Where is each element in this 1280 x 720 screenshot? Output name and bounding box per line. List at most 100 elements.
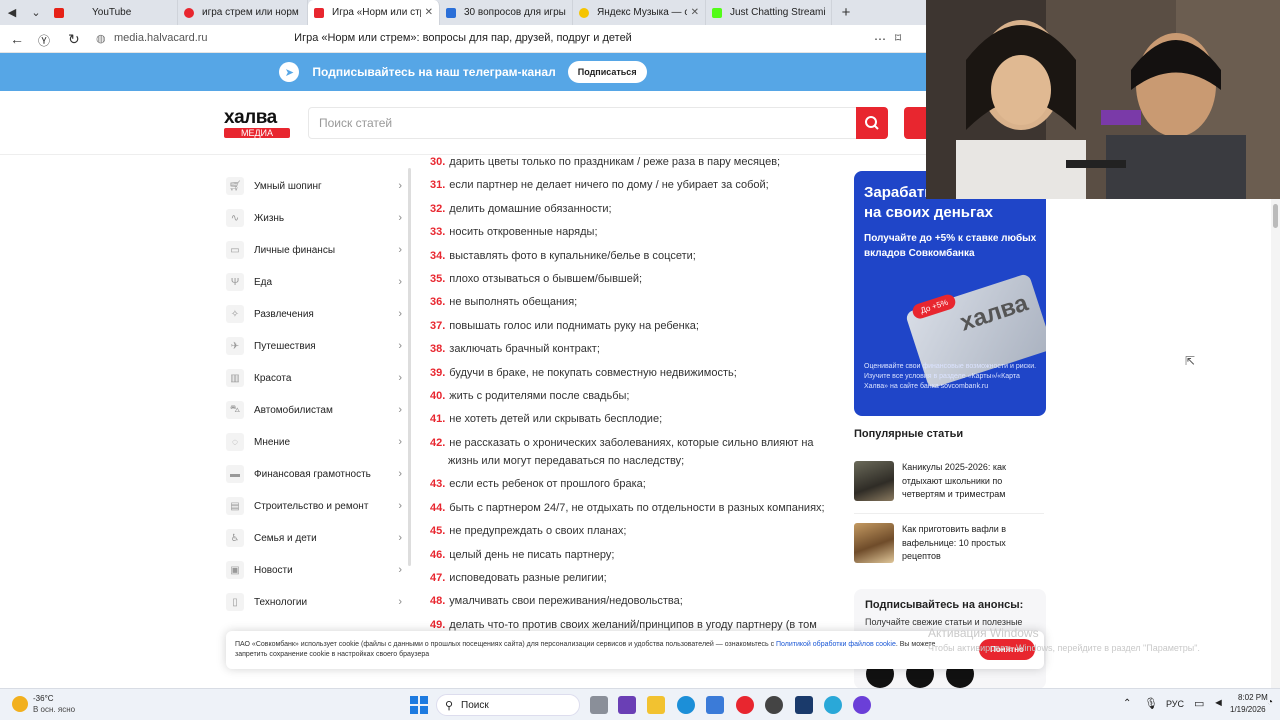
sidebar-item-label: Финансовая грамотность	[254, 468, 371, 480]
chevron-right-icon: ›	[398, 404, 402, 416]
file-explorer-icon[interactable]	[647, 696, 665, 714]
list-item-text: исповедовать разные религии;	[449, 571, 607, 584]
volume-icon[interactable]: ◄	[1213, 697, 1224, 709]
chevron-right-icon: ›	[398, 436, 402, 448]
close-tab-icon[interactable]: ✕	[425, 7, 433, 18]
search-input[interactable]: Поиск статей	[308, 107, 858, 139]
kick-favicon-icon	[712, 7, 722, 18]
weather-temp[interactable]: -36°C	[33, 694, 54, 703]
sidebar-item[interactable]: ▤ Строительство и ремонт ›	[226, 490, 406, 522]
chevron-right-icon: ›	[398, 500, 402, 512]
sidebar-item[interactable]: ▬ Финансовая грамотность ›	[226, 458, 406, 490]
search-button[interactable]	[856, 107, 888, 139]
sidebar-item[interactable]: ▥ Красота ›	[226, 362, 406, 394]
list-item: 46. целый день не писать партнеру;	[430, 546, 830, 564]
clock-date[interactable]: 1/19/2026	[1230, 705, 1266, 714]
clock-time[interactable]: 8:02 PM	[1238, 693, 1268, 702]
sidebar-item[interactable]: ✈︎ Путешествия ›	[226, 330, 406, 362]
list-item-text: дарить цветы только по праздникам / реже…	[449, 156, 781, 168]
yandex-browser-icon[interactable]	[736, 696, 754, 714]
chevron-right-icon: ›	[398, 244, 402, 256]
steam-icon[interactable]	[795, 696, 813, 714]
popular-item[interactable]: Как приготовить вафли в вафельнице: 10 п…	[854, 523, 1044, 577]
party-icon: ✧	[226, 305, 244, 323]
halva-media-logo[interactable]: халва МЕДИА	[224, 107, 292, 138]
list-item: 34. выставлять фото в купальнике/белье в …	[430, 247, 830, 265]
subscribe-button[interactable]: Подписаться	[567, 61, 647, 83]
sidebar-item[interactable]: 🛒︎ Умный шопинг ›	[226, 170, 406, 202]
cookie-text: ПАО «Совкомбанк» использует cookie (файл…	[235, 641, 777, 648]
sidebar-item[interactable]: ▯ Технологии ›	[226, 586, 406, 618]
taskbar-search-label: Поиск	[461, 700, 489, 711]
weather-desc[interactable]: В осн. ясно	[33, 705, 75, 714]
scrollbar-thumb[interactable]	[1273, 204, 1278, 228]
weather-sun-icon[interactable]	[12, 696, 28, 712]
popular-item-text: Каникулы 2025-2026: как отдыхают школьни…	[902, 462, 1006, 499]
sidebar-item[interactable]: ◌ Мнение ›	[226, 426, 406, 458]
sidebar-item-label: Новости	[254, 564, 293, 576]
list-item: 36. не выполнять обещания;	[430, 293, 830, 311]
tab-list-chevron-icon[interactable]: ⌄	[24, 0, 48, 25]
phone-icon: ▯	[226, 593, 244, 611]
sidebar-scrollbar[interactable]	[408, 168, 411, 566]
tray-chevron-icon[interactable]: ⌃	[1123, 698, 1131, 709]
list-item-number: 47.	[430, 571, 446, 584]
list-item: 41. не хотеть детей или скрывать бесплоди…	[430, 410, 830, 428]
list-item-text: не рассказать о хронических заболеваниях…	[448, 436, 814, 467]
tab-label: Игра «Норм или стрем»	[332, 7, 421, 18]
ad-subtitle: Получайте до +5% к ставке любых вкладов …	[864, 233, 1037, 259]
store-icon[interactable]	[706, 696, 724, 714]
app-icon[interactable]	[618, 696, 636, 714]
list-item-number: 40.	[430, 390, 446, 402]
tab-yandex-music[interactable]: Яндекс Музыка — со ✕	[573, 0, 706, 25]
tab-active-article[interactable]: Игра «Норм или стрем» ✕	[308, 0, 440, 25]
notification-bell-icon[interactable]: ◔	[1267, 697, 1273, 708]
sidebar-item[interactable]: ✧ Развлечения ›	[226, 298, 406, 330]
language-indicator[interactable]: РУС	[1166, 699, 1184, 709]
search-icon	[865, 116, 879, 130]
sidebar-item[interactable]: ⛍ Автомобилистам ›	[226, 394, 406, 426]
card-logo: халва	[956, 289, 1032, 337]
telegram-taskbar-icon[interactable]	[824, 696, 842, 714]
windows-start-icon[interactable]	[410, 696, 428, 714]
app2-icon[interactable]	[853, 696, 871, 714]
list-item-text: если есть ребенок от прошлого брака;	[449, 478, 646, 491]
sidebar-item[interactable]: ♿︎ Семья и дети ›	[226, 522, 406, 554]
car-icon: ⛍	[226, 401, 244, 419]
list-item-number: 42.	[430, 436, 446, 449]
tab-search[interactable]: игра стрем или норм воп	[178, 0, 308, 25]
tab-kick[interactable]: Just Chatting Streaming -	[706, 0, 832, 25]
cookie-policy-link[interactable]: Политикой обработки файлов cookie	[776, 641, 896, 648]
microphone-icon[interactable]: 🎙︎	[1144, 697, 1158, 710]
edge-icon[interactable]	[677, 696, 695, 714]
bookmark-icon[interactable]: ⌑	[895, 31, 901, 45]
obs-icon[interactable]	[765, 696, 783, 714]
header-action-button[interactable]	[904, 107, 926, 139]
taskbar-search-input[interactable]: ⚲ Поиск	[436, 694, 580, 716]
network-icon[interactable]: ▭	[1194, 697, 1204, 710]
logo-text: халва	[224, 107, 277, 128]
task-view-icon[interactable]	[590, 696, 608, 714]
sidebar-item[interactable]: ▣ Новости ›	[226, 554, 406, 586]
sidebar-item[interactable]: ▭ Личные финансы ›	[226, 234, 406, 266]
tab-youtube[interactable]: YouTube	[48, 0, 178, 25]
list-item: 32. делить домашние обязанности;	[430, 200, 830, 218]
sovcombank-ad[interactable]: Зарабатывайте на своих деньгах Получайте …	[854, 171, 1046, 416]
sidebar-item[interactable]: ∿ Жизнь ›	[226, 202, 406, 234]
page-scrollbar[interactable]	[1271, 199, 1280, 688]
popular-item[interactable]: Каникулы 2025-2026: как отдыхают школьни…	[854, 461, 1044, 515]
page-title: Игра «Норм или стрем»: вопросы для пар, …	[294, 32, 632, 44]
sidebar-item-label: Еда	[254, 276, 273, 288]
list-item: 40. жить с родителями после свадьбы;	[430, 387, 830, 405]
list-item-number: 36.	[430, 296, 446, 309]
cookie-banner: ПАО «Совкомбанк» использует cookie (файл…	[226, 631, 1044, 669]
more-dots-icon[interactable]: ⋯	[874, 32, 886, 46]
sidebar-item[interactable]: Ψ Еда ›	[226, 266, 406, 298]
speaker-icon[interactable]: ◀︎	[0, 0, 24, 25]
divider	[854, 513, 1044, 514]
list-item-text: заключать брачный контракт;	[449, 343, 600, 356]
new-tab-plus-icon[interactable]: +	[832, 0, 860, 25]
tab-30-questions[interactable]: 30 вопросов для игры «С	[440, 0, 573, 25]
tab-label: Just Chatting Streaming -	[730, 7, 825, 18]
close-tab-icon[interactable]: ✕	[691, 7, 699, 18]
